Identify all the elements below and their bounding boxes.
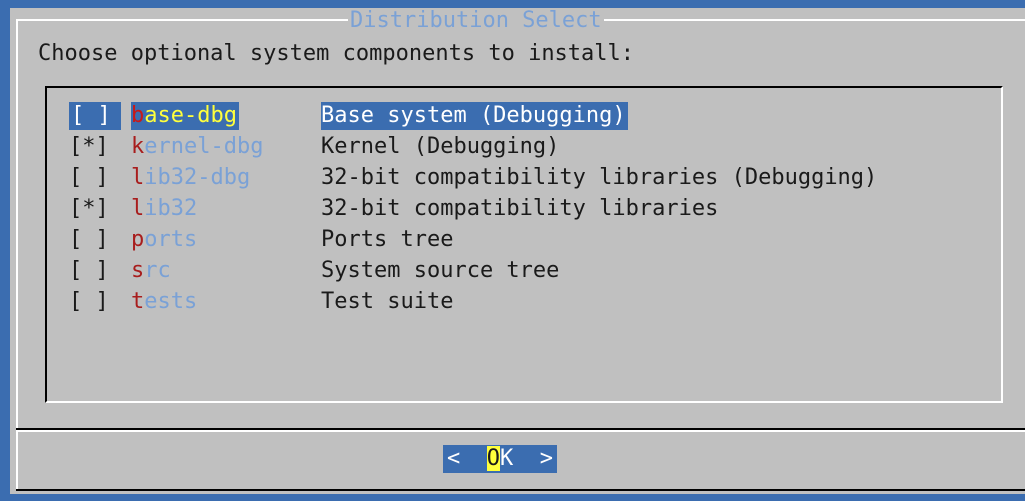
hotkey-letter: t <box>131 289 145 314</box>
item-name: lib32-dbg <box>131 164 250 192</box>
item-name: tests <box>131 288 197 316</box>
item-description: 32-bit compatibility libraries <box>321 196 719 221</box>
ok-button-hotkey: O <box>486 446 500 471</box>
item-name-rest: orts <box>144 227 198 252</box>
ok-button-rest: K > <box>500 446 553 471</box>
item-description: Ports tree <box>321 227 454 252</box>
checkbox[interactable]: [ ] <box>69 164 121 192</box>
terminal-screen: Distribution Select Choose optional syst… <box>0 0 1025 501</box>
list-item-tests[interactable]: [ ] tests Test suite <box>69 288 453 316</box>
hotkey-letter: l <box>131 165 145 190</box>
item-description: Test suite <box>321 289 454 314</box>
list-item-lib32[interactable]: [*] lib32 32-bit compatibility libraries <box>69 195 718 223</box>
hotkey-letter: p <box>131 227 145 252</box>
hotkey-letter: s <box>131 258 145 283</box>
dialog-prompt: Choose optional system components to ins… <box>38 41 635 66</box>
ok-button-left-bracket: < <box>447 446 487 471</box>
item-name: base-dbg <box>131 102 239 130</box>
ok-button[interactable]: < OK > <box>443 445 557 473</box>
item-name-rest: ests <box>144 289 198 314</box>
item-description: Base system (Debugging) <box>321 102 628 130</box>
dialog-border-bottom <box>16 489 1025 491</box>
hotkey-letter: l <box>131 196 145 221</box>
hotkey-letter: b <box>131 103 145 128</box>
dialog-border-left <box>16 19 18 489</box>
list-item-src[interactable]: [ ] src System source tree <box>69 257 559 285</box>
checkbox[interactable]: [*] <box>69 133 121 161</box>
item-name-rest: rc <box>144 258 171 283</box>
list-item-ports[interactable]: [ ] ports Ports tree <box>69 226 453 254</box>
item-description: System source tree <box>321 258 560 283</box>
list-item-kernel-dbg[interactable]: [*] kernel-dbg Kernel (Debugging) <box>69 133 559 161</box>
item-name-rest: ernel-dbg <box>144 134 264 159</box>
item-description: 32-bit compatibility libraries (Debuggin… <box>321 165 878 190</box>
item-name: src <box>131 257 171 285</box>
checkbox[interactable]: [ ] <box>69 257 121 285</box>
item-name-rest: ib32-dbg <box>144 165 251 190</box>
checkbox[interactable]: [ ] <box>69 288 121 316</box>
hotkey-letter: k <box>131 134 145 159</box>
list-item-base-dbg[interactable]: [ ] base-dbg Base system (Debugging) <box>69 102 628 130</box>
distribution-select-dialog: Distribution Select Choose optional syst… <box>10 8 1025 494</box>
item-name-rest: ase-dbg <box>144 103 237 128</box>
checkbox[interactable]: [*] <box>69 195 121 223</box>
item-name: ports <box>131 226 197 254</box>
dialog-title: Distribution Select <box>348 8 604 34</box>
item-description: Kernel (Debugging) <box>321 134 560 159</box>
button-separator-highlight <box>16 430 1025 432</box>
item-name-rest: ib32 <box>144 196 198 221</box>
component-checklist[interactable]: [ ] base-dbg Base system (Debugging) [*]… <box>45 86 1003 403</box>
checkbox[interactable]: [ ] <box>69 102 121 130</box>
checkbox[interactable]: [ ] <box>69 226 121 254</box>
list-item-lib32-dbg[interactable]: [ ] lib32-dbg 32-bit compatibility libra… <box>69 164 877 192</box>
item-name: kernel-dbg <box>131 133 263 161</box>
item-name: lib32 <box>131 195 197 223</box>
